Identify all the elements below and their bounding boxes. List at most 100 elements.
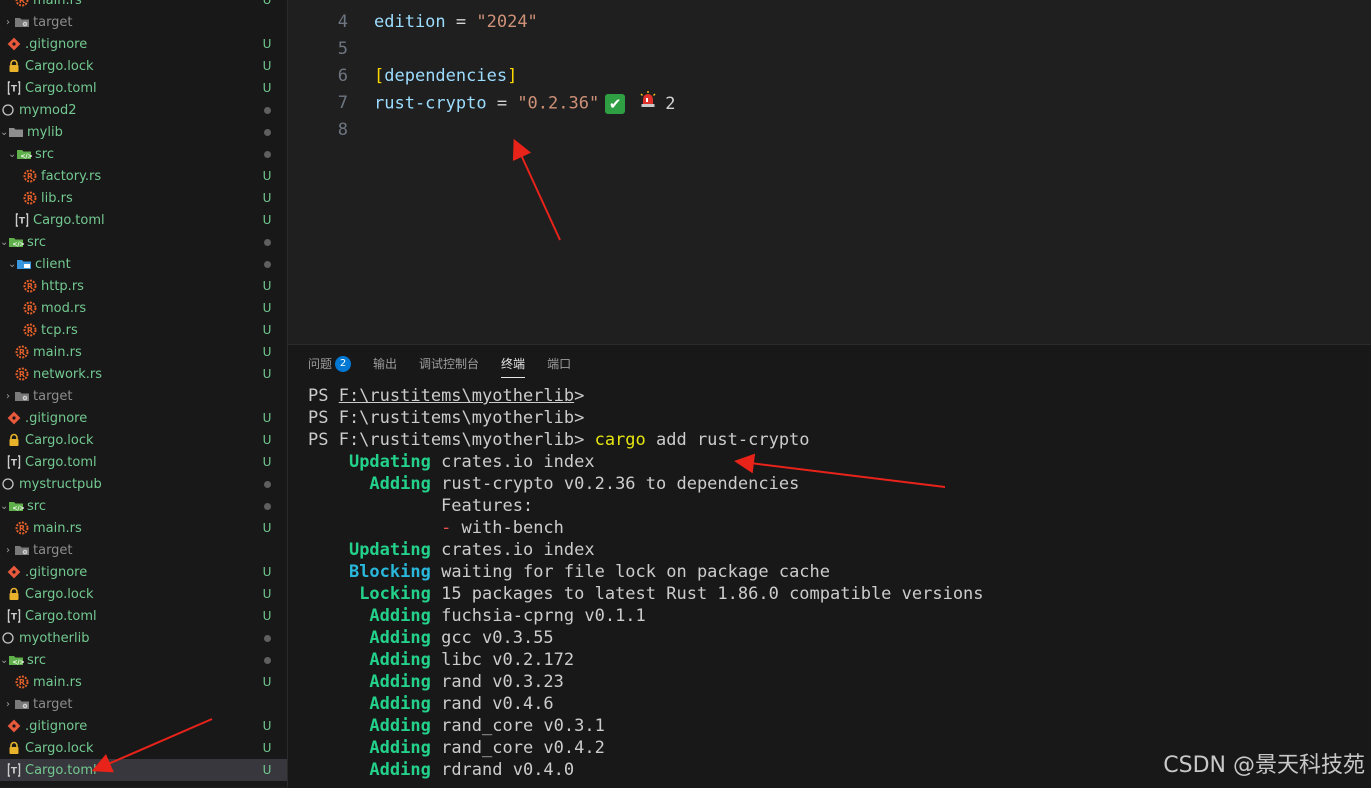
panel-tabs: 问题 2 输出 调试控制台 终端 端口: [308, 353, 571, 378]
chevron-down-icon[interactable]: ⌄: [0, 501, 8, 512]
code-line[interactable]: 7 rust-crypto = "0.2.36" ✔ 2: [288, 90, 1371, 117]
terminal-text: Updating: [348, 452, 431, 472]
panel-tab[interactable]: 输出: [373, 353, 397, 375]
tree-item[interactable]: Cargo.lock U: [0, 583, 287, 605]
tree-item[interactable]: Rmain.rs U: [0, 341, 287, 363]
terminal-text: Adding: [369, 474, 431, 494]
tree-item[interactable]: › target: [0, 539, 287, 561]
tree-item[interactable]: › target: [0, 693, 287, 715]
tree-item[interactable]: › target: [0, 385, 287, 407]
tree-item[interactable]: Rlib.rs U: [0, 187, 287, 209]
tree-item[interactable]: T Cargo.toml U: [0, 759, 287, 781]
terminal-line: Blocking waiting for file lock on packag…: [308, 561, 984, 583]
rust-icon: R: [14, 366, 30, 382]
code-line[interactable]: 5: [288, 36, 1371, 63]
terminal-text: Adding: [369, 760, 431, 780]
line-number: 7: [337, 93, 348, 113]
terminal-text: rdrand v0.4.0: [430, 760, 575, 780]
tree-item[interactable]: › target: [0, 11, 287, 33]
chevron-down-icon[interactable]: ⌄: [8, 149, 16, 160]
terminal-output[interactable]: PS F:\rustitems\myotherlib> PS F:\rustite…: [308, 385, 984, 781]
tree-item[interactable]: T Cargo.toml U: [0, 605, 287, 627]
code-line[interactable]: 6 [dependencies]: [288, 63, 1371, 90]
terminal-text: Adding: [369, 606, 431, 626]
tree-item[interactable]: .gitignore U: [0, 561, 287, 583]
code-editor[interactable]: 3 version = "0.1.0" 4 edition = "2024" 5 6 [de…: [288, 0, 1371, 344]
tree-item[interactable]: .gitignore U: [0, 407, 287, 429]
folder-gear-icon: [14, 14, 30, 30]
chevron-right-icon[interactable]: ›: [6, 545, 14, 556]
git-icon: [6, 410, 22, 426]
line-number: 8: [337, 120, 348, 140]
chevron-right-icon[interactable]: ›: [6, 699, 14, 710]
tree-item-label: target: [33, 696, 73, 712]
tree-item-label: Cargo.lock: [25, 58, 94, 74]
rust-icon: R: [22, 278, 38, 294]
tree-item-label: mymod2: [19, 102, 77, 118]
tree-item[interactable]: .gitignore U: [0, 33, 287, 55]
tree-item[interactable]: T Cargo.toml U: [0, 209, 287, 231]
tree-item-label: mylib: [27, 124, 63, 140]
tree-item-label: http.rs: [41, 278, 84, 294]
tree-item[interactable]: Rtcp.rs U: [0, 319, 287, 341]
tree-item[interactable]: Rmod.rs U: [0, 297, 287, 319]
tree-item[interactable]: ⌄ client: [0, 253, 287, 275]
tree-item[interactable]: mymod2: [0, 99, 287, 121]
svg-text:R: R: [19, 348, 25, 357]
tree-item[interactable]: ⌄ </> src: [0, 231, 287, 253]
folder-gear-icon: [14, 388, 30, 404]
tree-item[interactable]: ⌄ </> src: [0, 495, 287, 517]
tree-item[interactable]: ⌄ mylib: [0, 121, 287, 143]
tree-item[interactable]: Rnetwork.rs U: [0, 363, 287, 385]
tree-item[interactable]: mystructpub: [0, 473, 287, 495]
tree-item[interactable]: Rfactory.rs U: [0, 165, 287, 187]
chevron-right-icon[interactable]: ›: [6, 391, 14, 402]
chevron-down-icon[interactable]: ⌄: [0, 655, 8, 666]
code-line[interactable]: 4 edition = "2024": [288, 9, 1371, 36]
git-status-indicator: U: [262, 719, 272, 733]
panel-tab[interactable]: 问题 2: [308, 353, 352, 375]
line-number: 4: [337, 12, 348, 32]
git-status-indicator: [262, 99, 272, 121]
tree-item-label: lib.rs: [41, 190, 73, 206]
panel-tab[interactable]: 调试控制台: [419, 353, 479, 375]
svg-text:</>: </>: [12, 505, 24, 512]
tree-item[interactable]: ⌄ </> src: [0, 143, 287, 165]
tree-item[interactable]: Rmain.rs U: [0, 671, 287, 693]
toml-icon: T: [14, 212, 30, 228]
tree-item[interactable]: Rmain.rs U: [0, 517, 287, 539]
terminal-line: Adding rand_core v0.3.1: [308, 715, 984, 737]
tree-item[interactable]: .gitignore U: [0, 715, 287, 737]
chevron-down-icon[interactable]: ⌄: [8, 259, 16, 270]
panel-tab-label: 调试控制台: [419, 357, 480, 371]
terminal-text: rand v0.4.6: [430, 694, 554, 714]
chevron-right-icon[interactable]: ›: [6, 17, 14, 28]
tree-item[interactable]: Rmain.rs U: [0, 0, 287, 11]
tree-item[interactable]: Cargo.lock U: [0, 737, 287, 759]
tree-item-label: factory.rs: [41, 168, 102, 184]
panel-tab-label: 终端: [501, 357, 526, 371]
tree-item[interactable]: ⌄ </> src: [0, 649, 287, 671]
tree-item[interactable]: T Cargo.toml U: [0, 77, 287, 99]
tree-item[interactable]: myotherlib: [0, 627, 287, 649]
terminal-text: gcc v0.3.55: [430, 628, 554, 648]
tree-item[interactable]: Rhttp.rs U: [0, 275, 287, 297]
terminal-text: with-bench: [451, 518, 564, 538]
tree-item-label: main.rs: [33, 344, 82, 360]
chevron-down-icon[interactable]: ⌄: [0, 127, 8, 138]
code-token: "0.1.0": [476, 0, 548, 5]
code-line[interactable]: 8: [288, 117, 1371, 144]
panel-tab[interactable]: 端口: [547, 353, 571, 375]
tree-item[interactable]: Cargo.lock U: [0, 429, 287, 451]
tree-item[interactable]: Cargo.lock U: [0, 55, 287, 77]
panel-tab[interactable]: 终端: [501, 353, 526, 378]
tree-item[interactable]: T Cargo.toml U: [0, 451, 287, 473]
code-line[interactable]: 3 version = "0.1.0": [288, 0, 1371, 9]
chevron-down-icon[interactable]: ⌄: [0, 237, 8, 248]
tree-item-label: main.rs: [33, 674, 82, 690]
